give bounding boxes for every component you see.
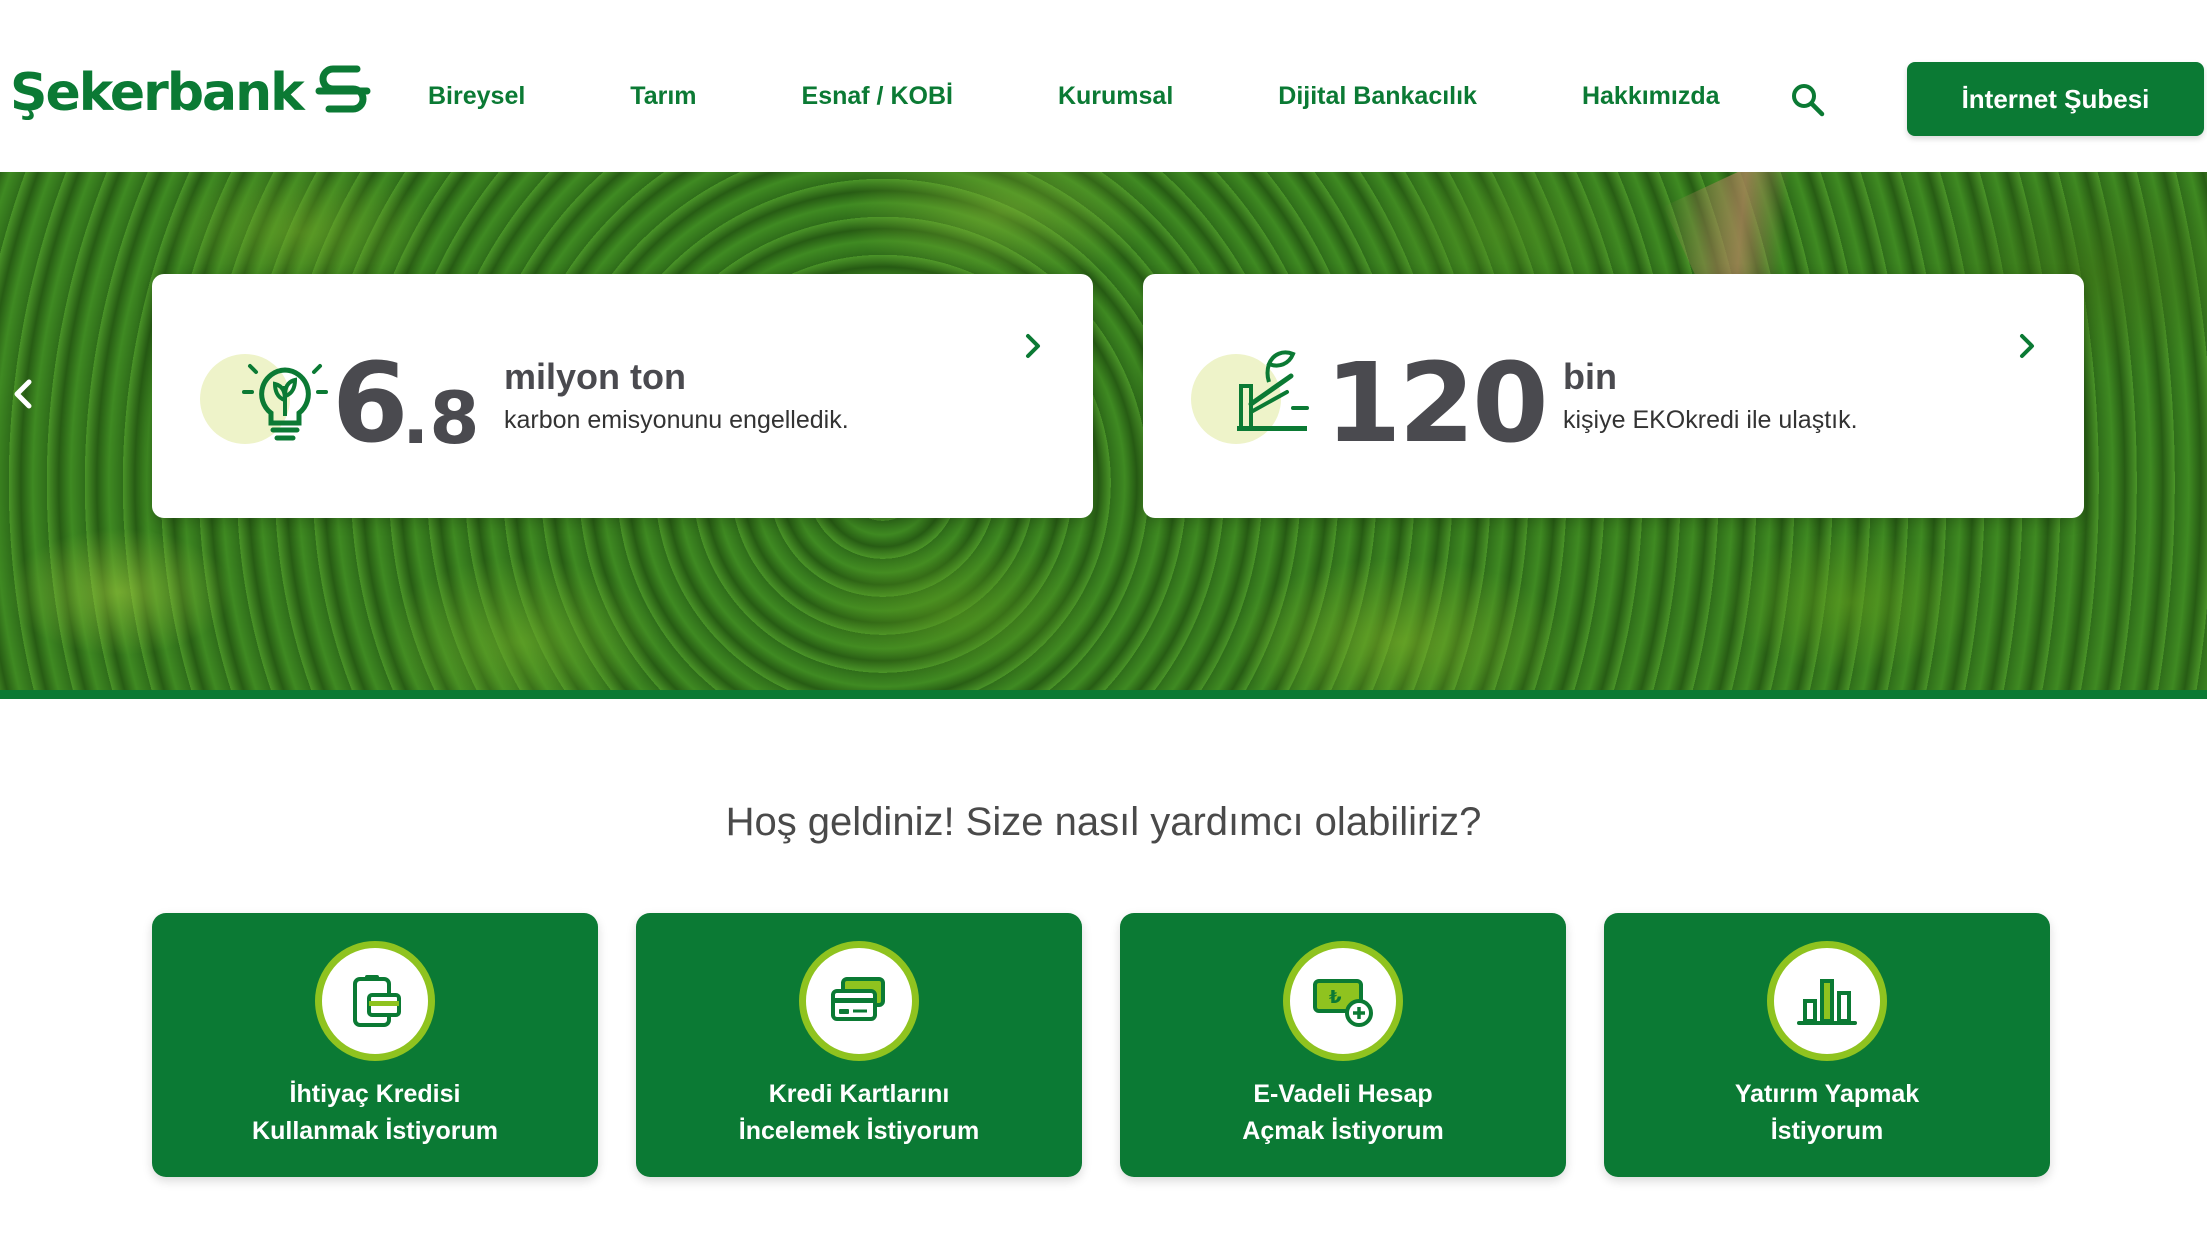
- nav-item-esnaf-kobi[interactable]: Esnaf / KOBİ: [802, 82, 953, 111]
- logo-wordmark: Şekerbank: [10, 63, 305, 123]
- tile-label: İhtiyaç Kredisi Kullanmak İstiyorum: [252, 1080, 498, 1145]
- stat-unit: milyon ton: [504, 356, 686, 397]
- tile-ihtiyac-kredisi[interactable]: İhtiyaç Kredisi Kullanmak İstiyorum: [152, 913, 598, 1177]
- tile-kredi-kartlari[interactable]: Kredi Kartlarını İncelemek İstiyorum: [636, 913, 1082, 1177]
- sekerbank-mark-icon: [315, 65, 371, 113]
- wind-turbine-icon: [1237, 350, 1309, 431]
- stat-unit: bin: [1563, 356, 1617, 397]
- stat-value-main: 120: [1325, 339, 1549, 467]
- quick-action-tiles: İhtiyaç Kredisi Kullanmak İstiyorum Kred…: [152, 913, 2050, 1177]
- chevron-right-icon[interactable]: [2016, 332, 2038, 360]
- tile-yatirim[interactable]: Yatırım Yapmak İstiyorum: [1604, 913, 2050, 1177]
- stat-card-carbon[interactable]: 6 .8 milyon ton karbon emisyonunu engell…: [152, 274, 1093, 518]
- stat-value-main: 6: [332, 339, 409, 467]
- tile-e-vadeli-hesap[interactable]: ₺ E-Vadeli Hesap Açmak İstiyorum: [1120, 913, 1566, 1177]
- nav-item-hakkimizda[interactable]: Hakkımızda: [1582, 82, 1720, 111]
- lightbulb-leaf-icon: [242, 364, 328, 441]
- deposit-account-icon: ₺: [1313, 979, 1373, 1027]
- tile-label: Kredi Kartlarını İncelemek İstiyorum: [738, 1080, 980, 1145]
- tile-icon-ring: [315, 941, 435, 1061]
- bar-chart-icon: [1797, 979, 1857, 1025]
- nav-item-bireysel[interactable]: Bireysel: [428, 82, 525, 111]
- internet-subesi-button[interactable]: İnternet Şubesi: [1907, 62, 2204, 136]
- main-nav: Bireysel Tarım Esnaf / KOBİ Kurumsal Dij…: [428, 82, 1720, 111]
- chevron-left-icon[interactable]: [10, 377, 36, 411]
- tile-icon-ring: [1767, 941, 1887, 1061]
- hero-bottom-bar: [0, 690, 2207, 699]
- stat-description: kişiye EKOkredi ile ulaştık.: [1563, 406, 1858, 434]
- credit-cards-icon: [831, 977, 885, 1021]
- wallet-card-icon: [353, 975, 401, 1027]
- tile-label: E-Vadeli Hesap Açmak İstiyorum: [1242, 1080, 1444, 1145]
- stat-value-decimal: .8: [402, 376, 480, 460]
- nav-item-tarim[interactable]: Tarım: [630, 82, 696, 111]
- stat-description: karbon emisyonunu engelledik.: [504, 406, 849, 434]
- stat-card-ekokredi[interactable]: 120 bin kişiye EKOkredi ile ulaştık.: [1143, 274, 2084, 518]
- chevron-right-icon[interactable]: [1022, 332, 1044, 360]
- nav-item-dijital-bankacilik[interactable]: Dijital Bankacılık: [1278, 82, 1477, 111]
- welcome-heading: Hoş geldiniz! Size nasıl yardımcı olabil…: [725, 800, 1482, 844]
- sekerbank-logo[interactable]: Şekerbank: [10, 58, 373, 128]
- search-icon[interactable]: [1790, 82, 1826, 118]
- svg-text:₺: ₺: [1329, 987, 1342, 1008]
- nav-item-kurumsal[interactable]: Kurumsal: [1058, 82, 1173, 111]
- tile-icon-ring: [799, 941, 919, 1061]
- site-header: Şekerbank Bireysel Tarım Esnaf / KOBİ Ku…: [0, 0, 2207, 172]
- tile-icon-ring: ₺: [1283, 941, 1403, 1061]
- tile-label: Yatırım Yapmak İstiyorum: [1734, 1080, 1920, 1145]
